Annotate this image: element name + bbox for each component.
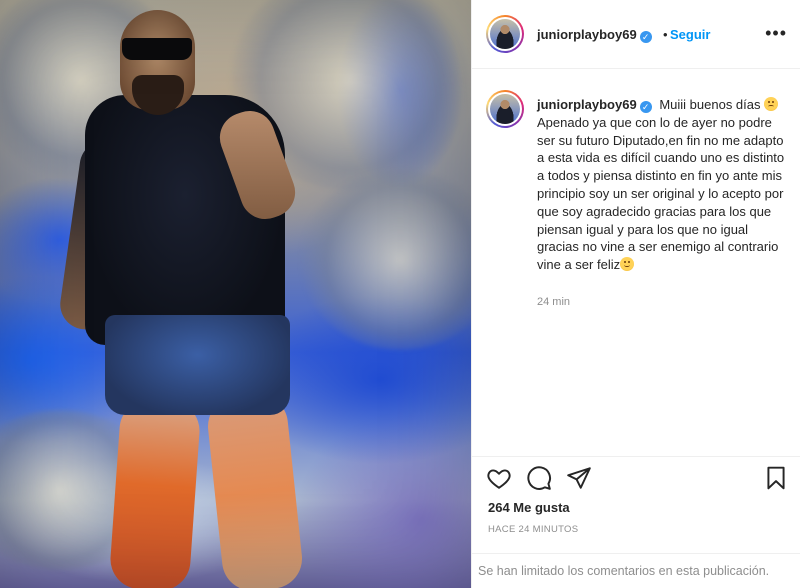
paper-plane-icon[interactable]	[566, 465, 592, 496]
instagram-post: juniorplayboy69 ✓ • Seguir ••• juniorplay…	[0, 0, 800, 588]
comments-limited-notice: Se han limitado los comentarios en esta …	[472, 553, 800, 588]
username-link[interactable]: juniorplayboy69 ✓	[537, 27, 652, 43]
sad-face-emoji	[764, 97, 779, 111]
verified-badge-icon: ✓	[639, 31, 652, 43]
caption: juniorplayboy69 ✓ Muiii buenos días Apena…	[537, 96, 785, 274]
follow-button[interactable]: Seguir	[670, 27, 710, 42]
post-sidebar: juniorplayboy69 ✓ • Seguir ••• juniorplay…	[471, 0, 800, 588]
verified-badge-icon: ✓	[639, 101, 652, 113]
more-options-icon[interactable]: •••	[765, 24, 787, 42]
caption-section: juniorplayboy69 ✓ Muiii buenos días Apena…	[472, 70, 800, 456]
comment-bubble-icon[interactable]	[526, 465, 552, 496]
caption-line-2: Apenado ya que con lo de ayer no podre s…	[537, 114, 785, 273]
post-timestamp[interactable]: HACE 24 MINUTOS	[488, 524, 578, 535]
likes-count[interactable]: 264 Me gusta	[488, 500, 570, 515]
post-actions: 264 Me gusta HACE 24 MINUTOS Se han limi…	[472, 456, 800, 588]
avatar[interactable]	[486, 15, 524, 53]
smiling-face-emoji	[620, 257, 635, 272]
caption-username-link[interactable]: juniorplayboy69 ✓	[537, 97, 652, 113]
caption-timestamp[interactable]: 24 min	[537, 296, 570, 308]
post-header: juniorplayboy69 ✓ • Seguir •••	[472, 0, 800, 69]
username-text: juniorplayboy69	[537, 27, 637, 42]
heart-icon[interactable]	[486, 465, 512, 496]
separator-dot: •	[663, 27, 668, 42]
caption-avatar[interactable]	[486, 90, 524, 128]
bookmark-icon[interactable]	[763, 465, 789, 496]
caption-line-1: Muiii buenos días	[659, 97, 761, 112]
post-photo[interactable]	[0, 0, 471, 588]
